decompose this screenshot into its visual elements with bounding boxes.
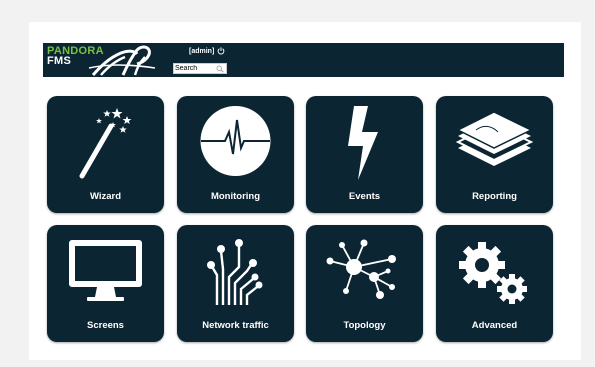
logo-swirl-icon [88, 45, 156, 76]
pandora-fms-logo[interactable]: PANDORA FMS [43, 43, 163, 77]
tile-events[interactable]: Events [306, 96, 423, 213]
monitor-icon [69, 240, 142, 301]
network-nodes-icon [326, 239, 396, 299]
user-info: [admin] [189, 47, 225, 55]
lightning-icon [348, 106, 378, 180]
stacked-layers-icon [455, 111, 534, 166]
tile-monitoring[interactable]: Monitoring [177, 96, 294, 213]
search-box [173, 63, 227, 74]
logo-text-line2: FMS [47, 55, 72, 67]
tile-screens[interactable]: Screens [47, 225, 164, 342]
circuit-icon [207, 239, 263, 305]
tile-topology[interactable]: Topology [306, 225, 423, 342]
search-input[interactable] [174, 64, 215, 73]
tile-label: Topology [343, 320, 386, 331]
tile-wizard[interactable]: Wizard [47, 96, 164, 213]
tile-network-traffic[interactable]: Network traffic [177, 225, 294, 342]
heartbeat-icon [200, 106, 271, 176]
tile-label: Reporting [472, 191, 517, 202]
magic-wand-icon [79, 108, 132, 179]
username-link[interactable]: [admin] [189, 48, 214, 55]
tile-advanced[interactable]: Advanced [436, 225, 553, 342]
search-icon[interactable] [216, 65, 224, 73]
header-bar: PANDORA FMS [admin] [43, 43, 564, 77]
tile-label: Wizard [89, 191, 122, 202]
tile-label: Events [348, 191, 381, 202]
power-icon[interactable] [217, 47, 225, 55]
tile-reporting[interactable]: Reporting [436, 96, 553, 213]
tile-label: Monitoring [210, 191, 261, 202]
tile-label: Network traffic [202, 320, 269, 331]
tile-label: Screens [87, 320, 124, 331]
gears-icon [459, 242, 527, 304]
tile-label: Advanced [471, 320, 518, 331]
